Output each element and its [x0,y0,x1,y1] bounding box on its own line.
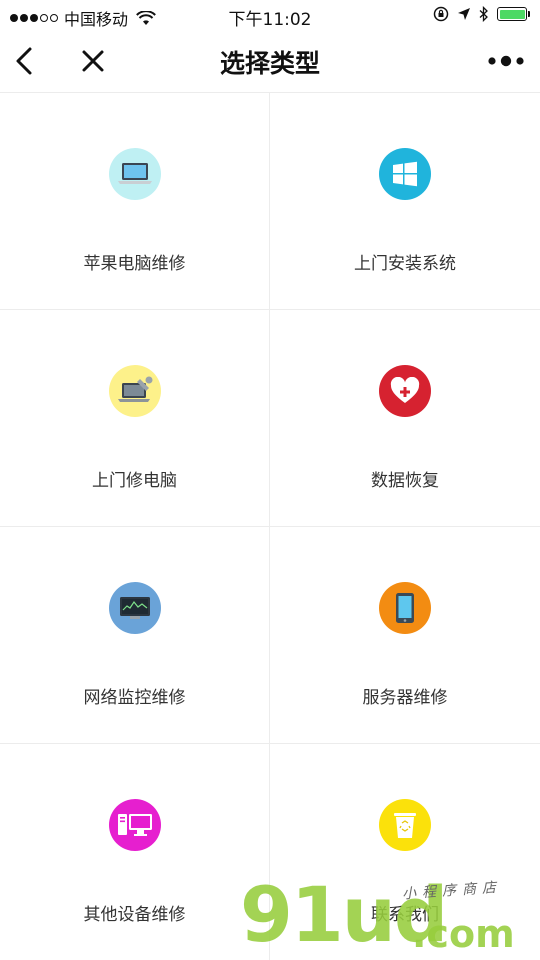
tile-label: 上门修电脑 [92,471,177,491]
back-icon[interactable] [10,44,42,78]
service-type-grid: 苹果电脑维修 上门安装系统 上门修电脑 数据恢复 网络监控维修 服务器维修 其他… [0,92,540,960]
navigation-bar: 选择类型 [0,32,540,90]
status-right [433,6,530,22]
tile-system-install[interactable]: 上门安装系统 [270,93,540,310]
macbook-icon [108,148,161,200]
recycle-bin-icon [379,799,431,851]
status-bar: 中国移动 下午11:02 [0,0,540,32]
tile-data-recovery[interactable]: 数据恢复 [270,310,540,527]
monitor-chart-icon [108,582,161,634]
laptop-repair-icon [108,365,161,417]
tile-mac-repair[interactable]: 苹果电脑维修 [0,93,270,310]
location-arrow-icon [458,8,470,20]
windows-logo-icon [379,148,431,200]
desktop-pc-icon [108,799,161,851]
tile-onsite-pc-repair[interactable]: 上门修电脑 [0,310,270,527]
tile-other-device-repair[interactable]: 其他设备维修 [0,744,270,960]
close-icon[interactable] [78,46,108,76]
tile-label: 网络监控维修 [83,688,186,708]
bluetooth-icon [479,6,488,22]
more-icon[interactable] [486,48,526,74]
tile-server-repair[interactable]: 服务器维修 [270,527,540,744]
page: 中国移动 下午11:02 选择类型 苹果电脑维修 上门安装系统 上门修电脑 数据… [0,0,540,960]
server-device-icon [379,582,431,634]
tile-label: 数据恢复 [371,471,439,491]
battery-icon [497,7,530,21]
tile-label: 上门安装系统 [354,254,456,274]
tile-label: 其他设备维修 [83,905,186,925]
tile-label: 苹果电脑维修 [83,254,186,274]
heart-plus-icon [379,365,431,417]
tile-network-monitor-repair[interactable]: 网络监控维修 [0,527,270,744]
tile-label: 联系我们 [371,905,439,925]
tile-contact-us[interactable]: 联系我们 [270,744,540,960]
orientation-lock-icon [433,6,449,22]
tile-label: 服务器维修 [362,688,448,708]
